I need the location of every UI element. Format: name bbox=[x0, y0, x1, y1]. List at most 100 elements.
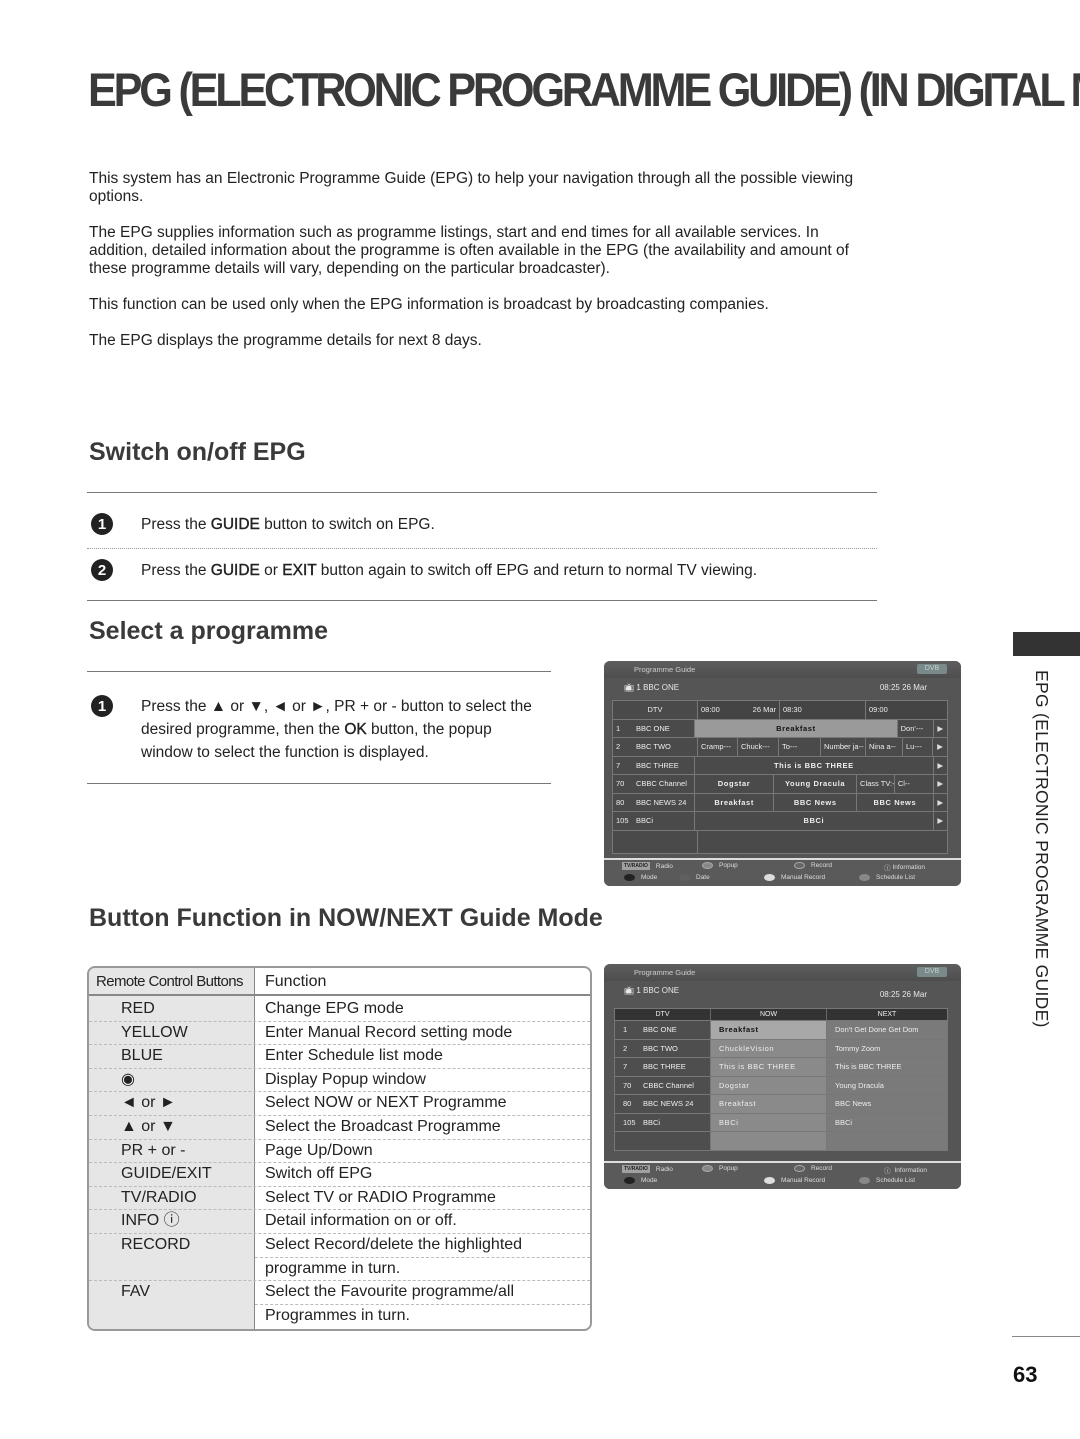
page-number: 63 bbox=[1013, 1362, 1038, 1387]
grid-row[interactable]: 1 BBC ONE Breakfast Don'--- ▶ bbox=[613, 719, 947, 738]
programme-cell[interactable]: This is BBC THREE bbox=[695, 756, 934, 774]
step-number-icon: 1 bbox=[91, 695, 113, 717]
more-arrow-icon[interactable]: ▶ bbox=[934, 720, 947, 738]
next-programme-cell[interactable]: BBCi bbox=[827, 1113, 947, 1131]
current-datetime: 08:25 26 Mar bbox=[879, 990, 927, 999]
epg-screen-timeline: Programme Guide DVB 📺︎ 1 BBC ONE 08:25 2… bbox=[604, 661, 961, 886]
grid-row[interactable]: 70 CBBC Channel Dogstar Young Dracula Class … bbox=[613, 775, 947, 794]
time-header: 08:30 bbox=[780, 701, 866, 719]
step-1: 1 Press the GUIDE button to switch on EP… bbox=[91, 513, 435, 536]
dotted-divider bbox=[87, 548, 877, 549]
next-programme-cell[interactable]: BBC News bbox=[827, 1095, 947, 1113]
step-number-icon: 2 bbox=[91, 559, 113, 581]
footer-manual-record: Manual Record bbox=[764, 1177, 825, 1184]
footer-manual-record: Manual Record bbox=[764, 874, 825, 881]
time-header: 09:00 bbox=[869, 705, 888, 715]
grid-row[interactable]: 70 CBBC Channel Dogstar Young Dracula bbox=[615, 1075, 947, 1094]
grid-row[interactable] bbox=[615, 1131, 947, 1150]
intro-paragraph: This function can be used only when the … bbox=[89, 296, 769, 313]
page-number-rule bbox=[1012, 1336, 1080, 1337]
tvradio-icon: TV/RADIO bbox=[622, 862, 650, 870]
channel-number: 105 bbox=[616, 816, 629, 826]
next-programme-cell[interactable] bbox=[827, 1132, 947, 1150]
programme-cell[interactable]: Young Dracula bbox=[774, 775, 858, 793]
channel-cell[interactable]: 105 BBCi bbox=[615, 1113, 711, 1131]
footer-popup: Popup bbox=[702, 1165, 738, 1172]
programme-cell[interactable]: Number ja-- bbox=[821, 738, 866, 756]
table-row: ▲ or ▼ Select the Broadcast Programme bbox=[89, 1115, 590, 1139]
now-programme-cell[interactable]: This is BBC THREE bbox=[711, 1058, 827, 1076]
channel-cell[interactable]: 70 CBBC Channel bbox=[613, 775, 695, 793]
programme-cell[interactable]: Cramp--- bbox=[698, 738, 738, 756]
programme-cell[interactable]: Lu--- bbox=[903, 738, 933, 756]
now-programme-cell[interactable]: Breakfast bbox=[711, 1095, 827, 1113]
channel-cell[interactable]: 70 CBBC Channel bbox=[615, 1076, 711, 1094]
programme-cell[interactable]: Dogstar bbox=[695, 775, 775, 793]
footer-record: Record bbox=[794, 1165, 832, 1172]
more-arrow-icon[interactable]: ▶ bbox=[934, 775, 947, 793]
programme-cell[interactable]: Breakfast bbox=[695, 719, 898, 737]
channel-cell[interactable]: 2 BBC TWO bbox=[613, 738, 698, 756]
grid-header: DTV NOW NEXT bbox=[615, 1009, 947, 1020]
divider bbox=[87, 492, 877, 493]
next-programme-cell[interactable]: Don't Get Done Get Dom bbox=[827, 1021, 947, 1039]
now-programme-cell[interactable]: ChuckleVision bbox=[711, 1039, 827, 1057]
programme-cell[interactable]: To--- bbox=[779, 738, 821, 756]
channel-cell[interactable]: 2 BBC TWO bbox=[615, 1039, 711, 1057]
footer-information: ⓘ Information bbox=[884, 1166, 928, 1176]
programme-cell[interactable]: Class TV:-- bbox=[857, 775, 895, 793]
channel-name: BBC NEWS 24 bbox=[643, 1099, 694, 1109]
channel-cell[interactable]: 1 BBC ONE bbox=[615, 1021, 711, 1039]
grid-row[interactable]: 7 BBC THREE This is BBC THREE This is BBC T… bbox=[615, 1057, 947, 1076]
footer-record: Record bbox=[794, 862, 832, 869]
channel-cell[interactable]: 1 BBC ONE bbox=[613, 719, 696, 737]
channel-cell[interactable]: 80 BBC NEWS 24 bbox=[615, 1095, 711, 1113]
grid-row[interactable]: 2 BBC TWO Cramp--- Chuck--- To--- Number ja--… bbox=[613, 738, 947, 757]
channel-cell[interactable]: 7 BBC THREE bbox=[615, 1058, 711, 1076]
more-arrow-icon[interactable]: ▶ bbox=[934, 794, 947, 812]
channel-name: BBC THREE bbox=[643, 1062, 686, 1072]
channel-cell[interactable]: 105 BBCi bbox=[613, 812, 696, 830]
channel-cell[interactable] bbox=[615, 1132, 711, 1150]
grid-row[interactable]: 105 BBCi BBCi BBCi bbox=[615, 1112, 947, 1131]
programme-cell[interactable]: BBC News bbox=[774, 793, 858, 811]
button-function: Switch off EPG bbox=[265, 1165, 373, 1183]
channel-name: BBC THREE bbox=[636, 760, 679, 770]
epg-current-channel: 📺︎ 1 BBC ONE 08:25 26 Mar bbox=[604, 981, 961, 1001]
header-buttons: Remote Control Buttons bbox=[96, 973, 243, 990]
epg-current-channel: 📺︎ 1 BBC ONE 08:25 26 Mar bbox=[604, 678, 961, 698]
table-row: PR + or - Page Up/Down bbox=[89, 1139, 590, 1163]
channel-cell[interactable]: 80 BBC NEWS 24 bbox=[613, 793, 696, 811]
button-function: Select NOW or NEXT Programme bbox=[265, 1094, 507, 1112]
more-arrow-icon[interactable]: ▶ bbox=[934, 757, 948, 775]
grid-row[interactable]: 105 BBCi BBCi ▶ bbox=[613, 812, 947, 831]
programme-cell[interactable]: Breakfast bbox=[695, 793, 775, 811]
ok-button-icon bbox=[702, 862, 713, 869]
programme-cell[interactable]: Nina a-- bbox=[866, 738, 903, 756]
now-programme-cell[interactable] bbox=[711, 1132, 827, 1150]
grid-row[interactable]: 80 BBC NEWS 24 Breakfast BBC News bbox=[615, 1094, 947, 1113]
record-button-icon bbox=[794, 862, 805, 869]
programme-cell[interactable]: Don'--- bbox=[898, 719, 934, 737]
programme-cell[interactable]: BBCi bbox=[695, 812, 934, 830]
nownext-grid: DTV NOW NEXT 1 BBC ONE Breakfast Don't Get … bbox=[614, 1008, 948, 1151]
now-programme-cell[interactable]: Breakfast bbox=[711, 1021, 827, 1039]
next-programme-cell[interactable]: Tommy Zoom bbox=[827, 1039, 947, 1057]
channel-cell[interactable]: 7 BBC THREE bbox=[613, 756, 696, 774]
programme-cell[interactable]: Cl-- bbox=[895, 775, 934, 793]
programme-cell[interactable]: Chuck--- bbox=[738, 738, 779, 756]
epg-title: Programme Guide bbox=[634, 665, 696, 674]
footer-schedule-list: Schedule List bbox=[859, 874, 915, 881]
next-programme-cell[interactable]: Young Dracula bbox=[827, 1076, 947, 1094]
now-programme-cell[interactable]: BBCi bbox=[711, 1113, 827, 1131]
next-programme-cell[interactable]: This is BBC THREE bbox=[827, 1058, 947, 1076]
grid-row[interactable]: 80 BBC NEWS 24 Breakfast BBC News BBC News ▶ bbox=[613, 793, 947, 812]
grid-row[interactable]: 7 BBC THREE This is BBC THREE ▶ bbox=[613, 756, 948, 775]
divider bbox=[87, 600, 877, 601]
grid-row[interactable]: 2 BBC TWO ChuckleVision Tommy Zoom bbox=[615, 1038, 947, 1057]
more-arrow-icon[interactable]: ▶ bbox=[933, 738, 947, 756]
now-programme-cell[interactable]: Dogstar bbox=[711, 1076, 827, 1094]
more-arrow-icon[interactable]: ▶ bbox=[934, 812, 948, 830]
grid-row[interactable]: 1 BBC ONE Breakfast Don't Get Done Get Dom bbox=[615, 1020, 947, 1039]
programme-cell[interactable]: BBC News bbox=[857, 793, 934, 811]
